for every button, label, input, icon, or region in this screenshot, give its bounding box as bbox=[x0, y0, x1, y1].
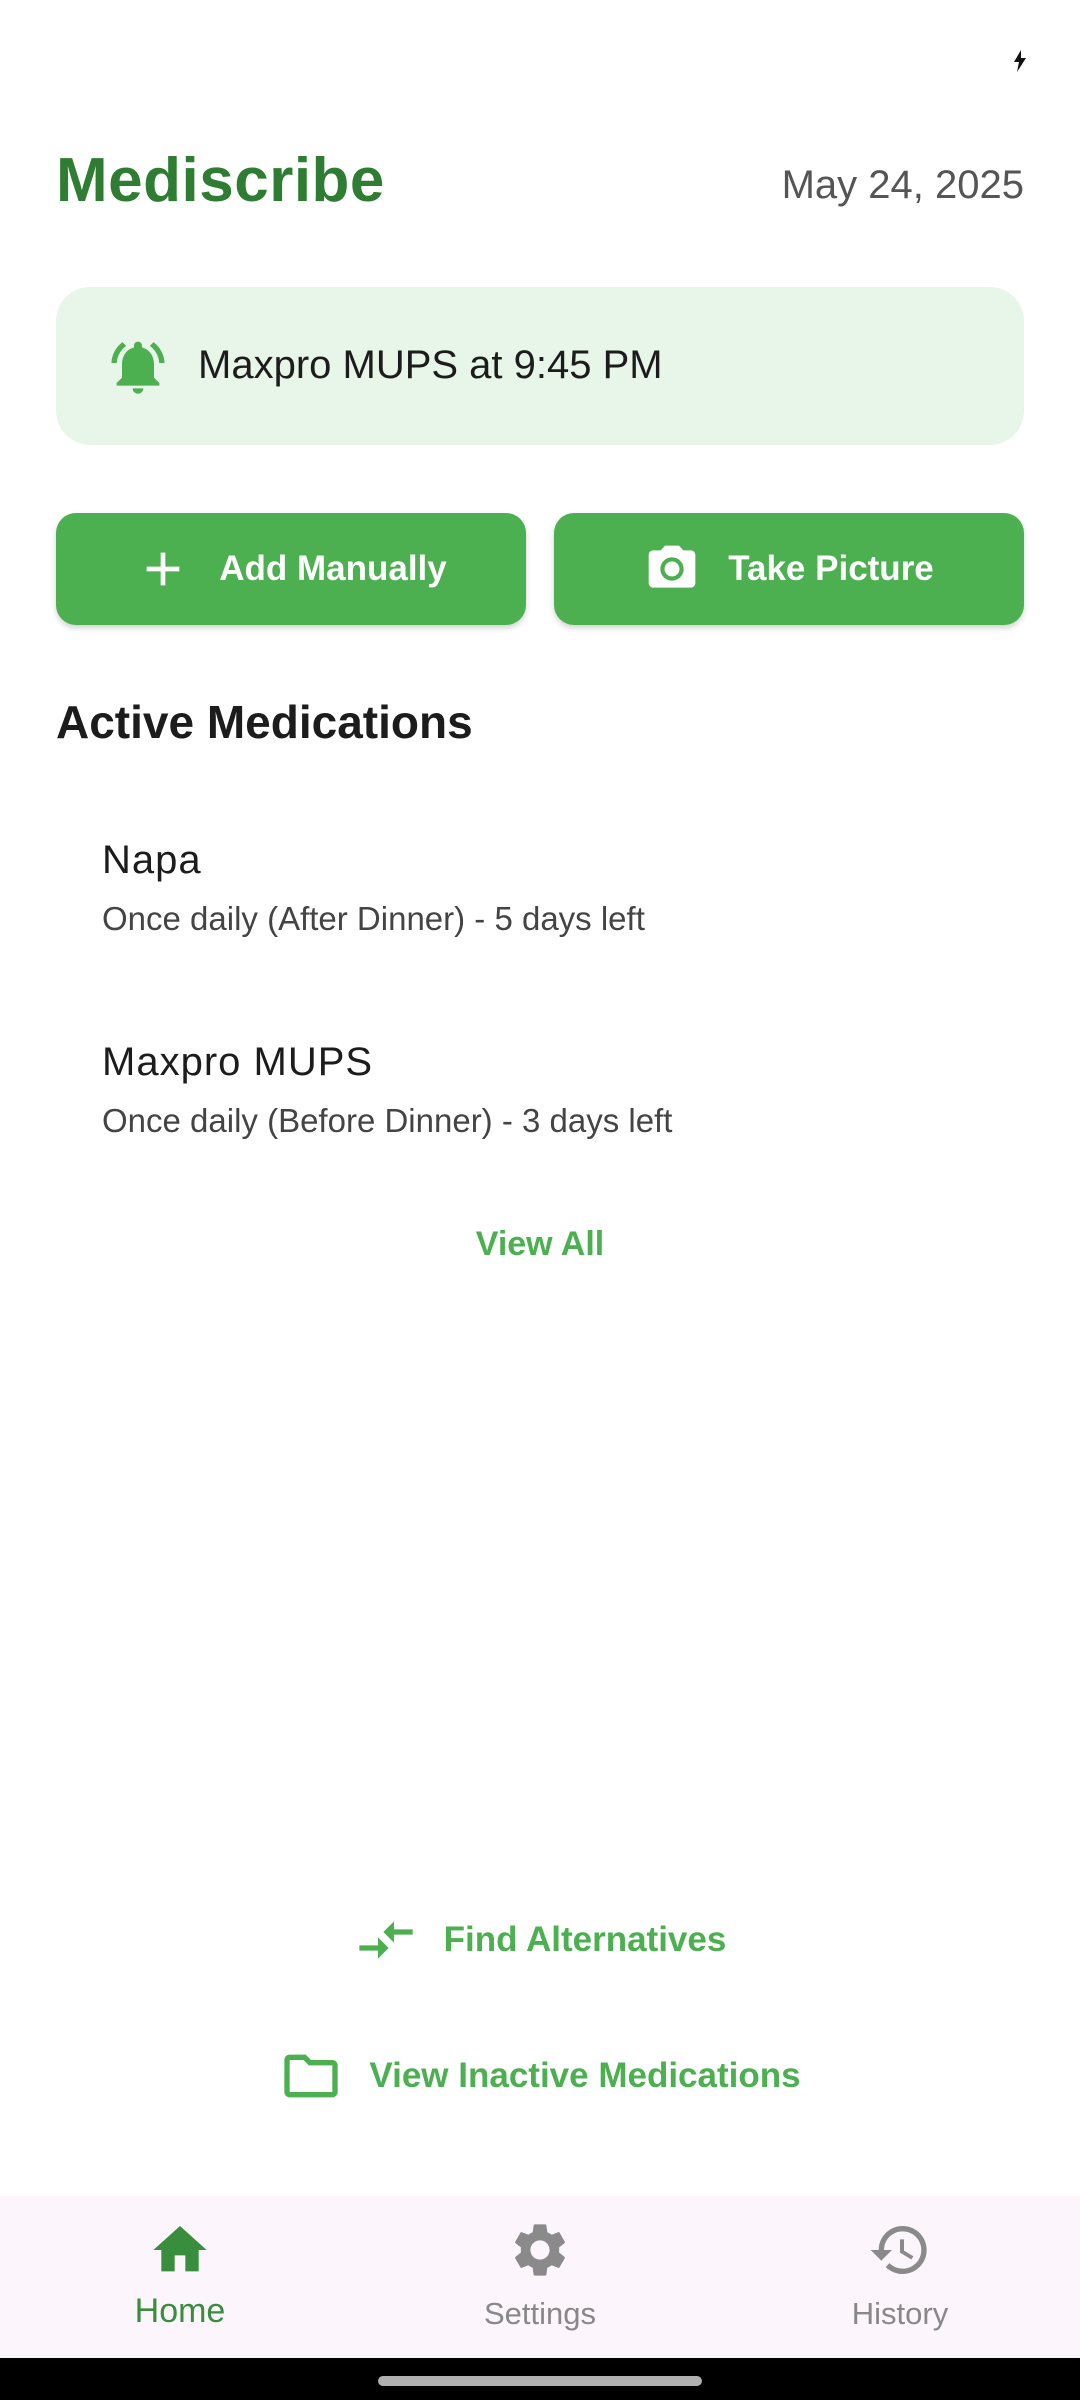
status-bar bbox=[0, 0, 1080, 100]
gear-icon bbox=[515, 2224, 565, 2276]
nav-label-settings: Settings bbox=[483, 2296, 596, 2331]
compare-arrows-icon bbox=[359, 1921, 413, 1959]
folder-icon bbox=[284, 2054, 339, 2098]
system-navigation-bar bbox=[0, 2358, 1080, 2400]
find-alternatives-label: Find Alternatives bbox=[443, 1920, 727, 1959]
gesture-home-indicator[interactable] bbox=[378, 2376, 702, 2386]
header-date: May 24, 2025 bbox=[781, 163, 1024, 207]
header: Mediscribe May 24, 2025 bbox=[56, 145, 1024, 235]
bottom-navigation: Home Settings History bbox=[0, 2196, 1080, 2358]
medication-schedule: Once daily (Before Dinner) - 3 days left bbox=[102, 1102, 673, 1139]
nav-label-home: Home bbox=[134, 2292, 226, 2330]
history-icon bbox=[870, 2226, 927, 2274]
medication-schedule: Once daily (After Dinner) - 5 days left bbox=[102, 900, 645, 937]
charging-icon bbox=[1014, 50, 1026, 72]
medication-item[interactable]: Napa Once daily (After Dinner) - 5 days … bbox=[56, 810, 1024, 980]
take-picture-button[interactable]: Take Picture bbox=[554, 513, 1024, 625]
reminder-card[interactable]: Maxpro MUPS at 9:45 PM bbox=[56, 287, 1024, 445]
view-inactive-medications-label: View Inactive Medications bbox=[369, 2056, 801, 2095]
home-icon bbox=[153, 2226, 207, 2272]
medication-name: Napa bbox=[102, 838, 202, 882]
add-manually-label: Add Manually bbox=[219, 549, 447, 588]
nav-label-history: History bbox=[851, 2296, 949, 2331]
nav-item-settings[interactable]: Settings bbox=[360, 2196, 720, 2358]
medication-name: Maxpro MUPS bbox=[102, 1040, 374, 1084]
view-inactive-medications-button[interactable]: View Inactive Medications bbox=[0, 2036, 1080, 2116]
camera-icon bbox=[648, 545, 696, 588]
reminder-text: Maxpro MUPS at 9:45 PM bbox=[198, 343, 663, 387]
nav-item-history[interactable]: History bbox=[720, 2196, 1080, 2358]
add-manually-button[interactable]: Add Manually bbox=[56, 513, 526, 625]
take-picture-label: Take Picture bbox=[728, 549, 934, 588]
app-title: Mediscribe bbox=[56, 146, 385, 215]
medication-item[interactable]: Maxpro MUPS Once daily (Before Dinner) -… bbox=[56, 1012, 1024, 1182]
nav-item-home[interactable]: Home bbox=[0, 2196, 360, 2358]
find-alternatives-button[interactable]: Find Alternatives bbox=[0, 1900, 1080, 1980]
plus-icon bbox=[146, 552, 180, 586]
home-screen: Mediscribe May 24, 2025 Maxpro MUPS at 9… bbox=[0, 0, 1080, 2400]
view-all-button[interactable]: View All bbox=[0, 1225, 1080, 1264]
active-medications-heading: Active Medications bbox=[56, 696, 473, 748]
bell-icon bbox=[111, 341, 165, 394]
